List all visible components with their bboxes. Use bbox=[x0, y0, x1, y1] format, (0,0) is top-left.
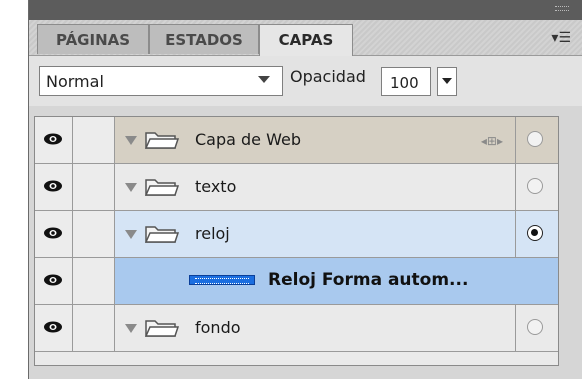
visibility-toggle[interactable] bbox=[35, 258, 73, 304]
panel-menu-icon[interactable]: ▾☰ bbox=[551, 30, 571, 46]
layer-target[interactable] bbox=[515, 117, 558, 163]
eye-icon bbox=[44, 274, 62, 286]
folder-icon bbox=[145, 132, 179, 149]
lock-toggle[interactable] bbox=[73, 164, 115, 210]
layer-content[interactable]: Capa de Web ◂⊞▸ bbox=[115, 117, 515, 163]
layer-target[interactable] bbox=[515, 164, 558, 210]
blend-mode-value: Normal bbox=[46, 72, 104, 91]
layer-content[interactable]: texto bbox=[115, 164, 515, 210]
visibility-toggle[interactable] bbox=[35, 164, 73, 210]
grip-icon[interactable] bbox=[555, 6, 569, 11]
layer-content[interactable]: fondo bbox=[115, 305, 515, 351]
target-circle-selected-icon bbox=[527, 225, 543, 241]
visibility-toggle[interactable] bbox=[35, 117, 73, 163]
panel-tab-bar: PÁGINAS ESTADOS CAPAS ▾☰ bbox=[29, 20, 582, 56]
lock-toggle[interactable] bbox=[73, 117, 115, 163]
eye-icon bbox=[44, 180, 62, 192]
opacity-value: 100 bbox=[390, 74, 419, 92]
tab-estados[interactable]: ESTADOS bbox=[149, 24, 259, 54]
expand-triangle-icon[interactable] bbox=[125, 324, 137, 333]
layer-row-reloj[interactable]: reloj bbox=[35, 211, 558, 258]
target-circle-icon bbox=[527, 319, 543, 335]
layer-row-texto[interactable]: texto bbox=[35, 164, 558, 211]
layer-content[interactable]: reloj bbox=[115, 211, 515, 257]
eye-icon bbox=[44, 227, 62, 239]
blend-mode-select[interactable]: Normal bbox=[39, 66, 283, 96]
lock-toggle[interactable] bbox=[73, 211, 115, 257]
opacity-label: Opacidad bbox=[290, 67, 366, 86]
shape-thumbnail-icon bbox=[189, 275, 255, 285]
folder-icon bbox=[145, 320, 179, 337]
layer-name: fondo bbox=[195, 318, 241, 337]
layer-content[interactable]: Reloj Forma autom... bbox=[115, 258, 558, 304]
opacity-input[interactable]: 100 bbox=[381, 67, 431, 96]
panel-title-strip[interactable] bbox=[29, 0, 582, 20]
expand-triangle-icon[interactable] bbox=[125, 230, 137, 239]
layers-list: Capa de Web ◂⊞▸ texto reloj Reloj Forma … bbox=[34, 116, 559, 366]
layer-name: texto bbox=[195, 177, 237, 196]
layer-controls: Normal Opacidad 100 bbox=[29, 56, 582, 106]
expand-triangle-icon[interactable] bbox=[125, 183, 137, 192]
layer-name: reloj bbox=[195, 224, 230, 243]
layer-row-reloj-forma[interactable]: Reloj Forma autom... bbox=[35, 258, 558, 305]
layer-row-fondo[interactable]: fondo bbox=[35, 305, 558, 352]
layer-target[interactable] bbox=[515, 305, 558, 351]
layer-name: Capa de Web bbox=[195, 130, 301, 149]
eye-icon bbox=[44, 133, 62, 145]
lock-toggle[interactable] bbox=[73, 305, 115, 351]
visibility-toggle[interactable] bbox=[35, 211, 73, 257]
chevron-down-icon bbox=[442, 78, 452, 84]
layer-name: Reloj Forma autom... bbox=[268, 270, 469, 290]
target-circle-icon bbox=[527, 178, 543, 194]
folder-icon bbox=[145, 179, 179, 196]
layers-panel: PÁGINAS ESTADOS CAPAS ▾☰ Normal Opacidad… bbox=[28, 0, 582, 379]
layer-target[interactable] bbox=[515, 211, 558, 257]
eye-icon bbox=[44, 321, 62, 333]
lock-toggle[interactable] bbox=[73, 258, 115, 304]
folder-icon bbox=[145, 226, 179, 243]
target-circle-icon bbox=[527, 131, 543, 147]
opacity-dropdown-button[interactable] bbox=[437, 67, 457, 96]
tab-paginas[interactable]: PÁGINAS bbox=[37, 24, 149, 54]
expand-triangle-icon[interactable] bbox=[125, 136, 137, 145]
chevron-down-icon bbox=[258, 76, 270, 83]
visibility-toggle[interactable] bbox=[35, 305, 73, 351]
tab-capas[interactable]: CAPAS bbox=[259, 24, 353, 56]
web-layer-icon: ◂⊞▸ bbox=[480, 134, 503, 148]
layer-row-capa-de-web[interactable]: Capa de Web ◂⊞▸ bbox=[35, 117, 558, 164]
